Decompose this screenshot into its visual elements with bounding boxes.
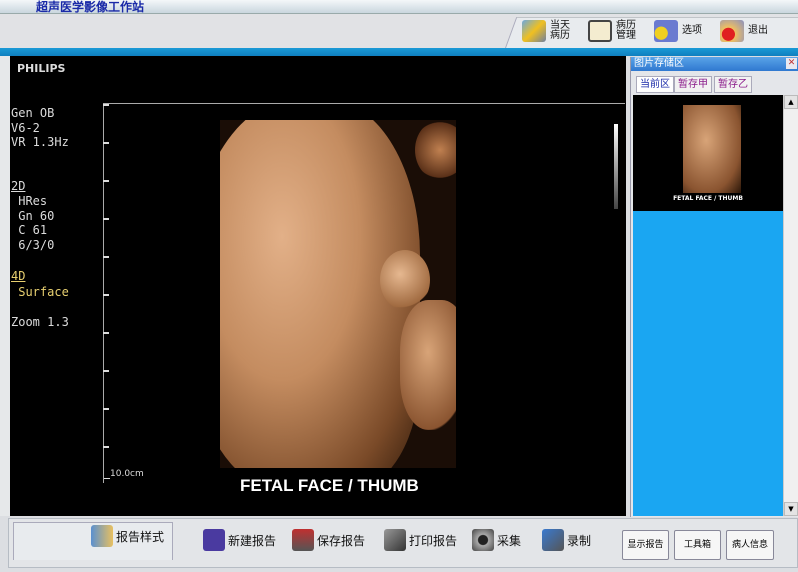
today-records-button[interactable]: 当天 病历 [522, 20, 570, 42]
scale-tick [103, 408, 109, 410]
exit-icon [720, 20, 744, 42]
records-management-button[interactable]: 病历 管理 [588, 20, 636, 42]
brand-logo: PHILIPS [17, 62, 66, 75]
camera-icon [472, 529, 494, 551]
show-report-button[interactable]: 显示报告 [622, 530, 669, 560]
blue-stripe [0, 48, 798, 56]
scrollbar[interactable]: ▲ ▼ [783, 95, 798, 516]
fetal-3d-image [220, 120, 456, 468]
save-report-icon [292, 529, 314, 551]
print-report-button[interactable]: 打印报告 [384, 529, 457, 551]
bottom-toolbar: 报告样式 新建报告 保存报告 打印报告 采集 录制 显示报告 工具箱 病人信息 [8, 518, 798, 568]
scale-tick [103, 180, 109, 182]
close-icon[interactable]: ✕ [786, 58, 797, 69]
scale-tick [103, 218, 109, 220]
app-title: 超声医学影像工作站 [36, 0, 145, 14]
image-store-panel: 图片存储区 ✕ 当前区 暂存甲 暂存乙 FETAL FACE / THUMB ▲… [630, 57, 798, 517]
save-report-button[interactable]: 保存报告 [292, 529, 365, 551]
zoom-level: Zoom 1.3 [11, 315, 69, 329]
label: 采集 [497, 533, 522, 548]
scroll-up-icon[interactable]: ▲ [784, 95, 798, 109]
toolbox-button[interactable]: 工具箱 [674, 530, 721, 560]
label: 新建报告 [228, 533, 277, 548]
probe-info: Gen OB V6-2 VR 1.3Hz [11, 106, 69, 149]
label: 选项 [682, 25, 702, 36]
ultrasound-viewer: PHILIPS Gen OB V6-2 VR 1.3Hz 2D HRes Gn … [10, 56, 626, 516]
info-4d: Surface [11, 285, 69, 299]
thumbnail-list-area [633, 211, 783, 516]
scale-tick [103, 294, 109, 296]
options-button[interactable]: 选项 [654, 20, 702, 42]
panel-title: 图片存储区 [634, 58, 684, 69]
scale-tick [103, 142, 109, 144]
scroll-down-icon[interactable]: ▼ [784, 502, 798, 516]
label: 病历 管理 [616, 20, 636, 41]
today-records-icon [522, 20, 546, 42]
scale-tick [103, 256, 109, 258]
title-bar: 超声医学影像工作站 [0, 0, 798, 14]
label: 打印报告 [409, 533, 458, 548]
label: 报告样式 [116, 529, 165, 544]
scale-tick [103, 104, 109, 106]
mode-4d: 4D [11, 269, 26, 283]
gray-scale-bar [614, 124, 618, 209]
exit-button[interactable]: 退出 [720, 20, 768, 42]
tab-temp-b[interactable]: 暂存乙 [714, 76, 752, 93]
tab-temp-a[interactable]: 暂存甲 [674, 76, 712, 93]
video-camera-icon [542, 529, 564, 551]
label: 保存报告 [317, 533, 366, 548]
tab-current[interactable]: 当前区 [636, 76, 674, 93]
mode-2d: 2D [11, 179, 26, 193]
print-report-icon [384, 529, 406, 551]
label: 退出 [748, 25, 768, 36]
new-report-icon [203, 529, 225, 551]
record-button[interactable]: 录制 [542, 529, 591, 551]
options-gear-icon [654, 20, 678, 42]
label: 当天 病历 [550, 20, 570, 41]
patient-info-button[interactable]: 病人信息 [726, 530, 774, 560]
left-margin [0, 56, 10, 516]
report-style-button[interactable]: 报告样式 [91, 525, 164, 547]
scale-tick [103, 332, 109, 334]
image-caption: FETAL FACE / THUMB [240, 476, 419, 495]
scale-label: 10.0cm [110, 469, 144, 479]
info-2d: HRes Gn 60 C 61 6/3/0 [18, 194, 55, 252]
thumbnail-caption: FETAL FACE / THUMB [673, 195, 743, 202]
report-style-icon [91, 525, 113, 547]
label: 录制 [567, 533, 592, 548]
capture-button[interactable]: 采集 [472, 529, 521, 551]
thumbnail[interactable]: FETAL FACE / THUMB [633, 95, 783, 211]
scale-tick [103, 446, 109, 448]
scale-tick [103, 370, 109, 372]
book-icon [588, 20, 612, 42]
new-report-button[interactable]: 新建报告 [203, 529, 276, 551]
panel-header: 图片存储区 ✕ [631, 57, 798, 71]
